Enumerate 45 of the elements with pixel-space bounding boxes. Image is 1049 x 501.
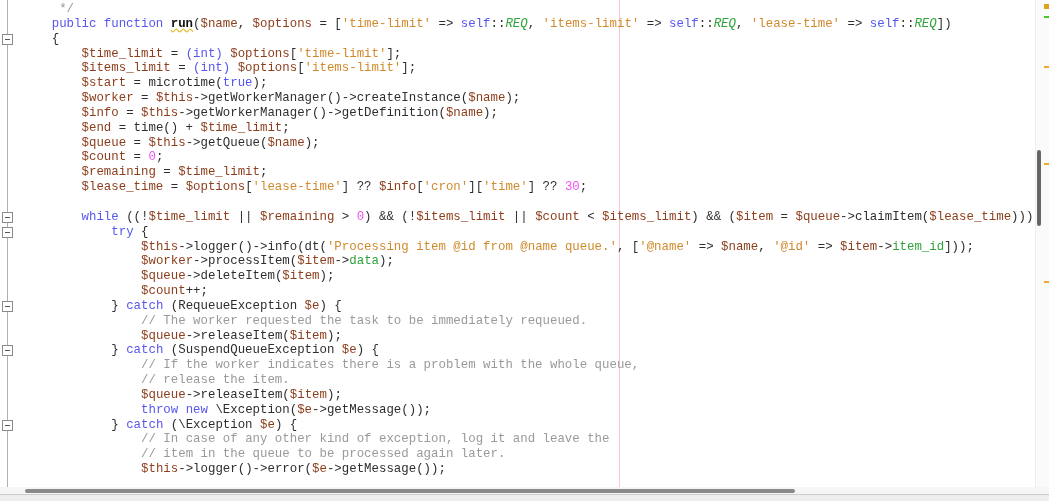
- code-line: $info = $this->getWorkerManager()->getDefinition($name);: [81, 105, 498, 121]
- occurrence-marker[interactable]: [1044, 66, 1049, 68]
- code-line: $end = time() + $time_limit;: [81, 120, 290, 136]
- change-marker[interactable]: [1044, 16, 1049, 18]
- code-line: $queue = $this->getQueue($name);: [81, 135, 320, 151]
- code-line: } catch (SuspendQueueException $e) {: [111, 343, 379, 359]
- code-line: $worker = $this->getWorkerManager()->createInstance($name);: [81, 91, 521, 106]
- code-line: $this->logger()->info(dt('Processing item @id from @name queue.', ['@name' => $name, '@id' => $item->item_id]));: [141, 239, 974, 255]
- code-line: throw new \Exception($e->getMessage());: [141, 402, 432, 418]
- code-line: $start = microtime(true);: [81, 76, 268, 92]
- code-line: $queue->deleteItem($item);: [141, 269, 335, 285]
- code-line: // item in the queue to be processed again later.: [141, 447, 506, 463]
- fold-minus-icon[interactable]: [2, 300, 13, 312]
- code-line: } catch (RequeueException $e) {: [111, 298, 342, 314]
- code-line: while ((!$time_limit || $remaining > 0) && (!$items_limit || $count < $items_limit) && ($item = $queue->claimItem($lease_time))): [81, 209, 1034, 225]
- occurrence-marker[interactable]: [1044, 163, 1049, 165]
- occurrence-marker[interactable]: [1044, 281, 1049, 283]
- code-line: $queue->releaseItem($item);: [141, 387, 342, 403]
- code-line: $remaining = $time_limit;: [81, 165, 268, 181]
- code-line: $worker->processItem($item->data);: [141, 254, 394, 270]
- horizontal-scrollbar[interactable]: [0, 487, 1049, 494]
- fold-minus-icon[interactable]: [2, 33, 13, 45]
- code-line: } catch (\Exception $e) {: [111, 417, 298, 433]
- code-line: // The worker requested the task to be immediately requeued.: [141, 313, 588, 329]
- warning-marker[interactable]: [1044, 4, 1049, 9]
- code-line: // If the worker indicates there is a problem with the whole queue,: [141, 358, 640, 374]
- code-line: */: [58, 2, 75, 17]
- fold-minus-icon[interactable]: [2, 419, 13, 431]
- code-line: {: [51, 31, 60, 47]
- code-line: // In case of any other kind of exception, log it and leave the: [141, 432, 610, 448]
- code-line: // release the item.: [141, 373, 290, 388]
- vertical-scrollbar-thumb[interactable]: [1037, 150, 1041, 226]
- code-line: $count = 0;: [81, 150, 164, 166]
- code-line: $queue->releaseItem($item);: [141, 328, 342, 344]
- code-line: $lease_time = $options['lease-time'] ?? $info['cron']['time'] ?? 30;: [81, 180, 588, 195]
- fold-minus-icon[interactable]: [2, 226, 13, 238]
- code-line: public function run($name, $options = ['time-limit' => self::REQ, 'items-limit' => self::REQ, 'lease-time' => self::REQ]): [51, 16, 952, 32]
- horizontal-scrollbar-thumb[interactable]: [25, 488, 795, 493]
- code-line: $count++;: [141, 284, 208, 299]
- code-line: try {: [111, 224, 149, 240]
- code-line: $this->logger()->error($e->getMessage());: [141, 462, 446, 477]
- fold-minus-icon[interactable]: [2, 345, 13, 357]
- code-line: $items_limit = (int) $options['items-limit'];: [81, 61, 417, 77]
- fold-minus-icon[interactable]: [2, 211, 13, 223]
- code-line: $time_limit = (int) $options['time-limit'];: [81, 46, 402, 62]
